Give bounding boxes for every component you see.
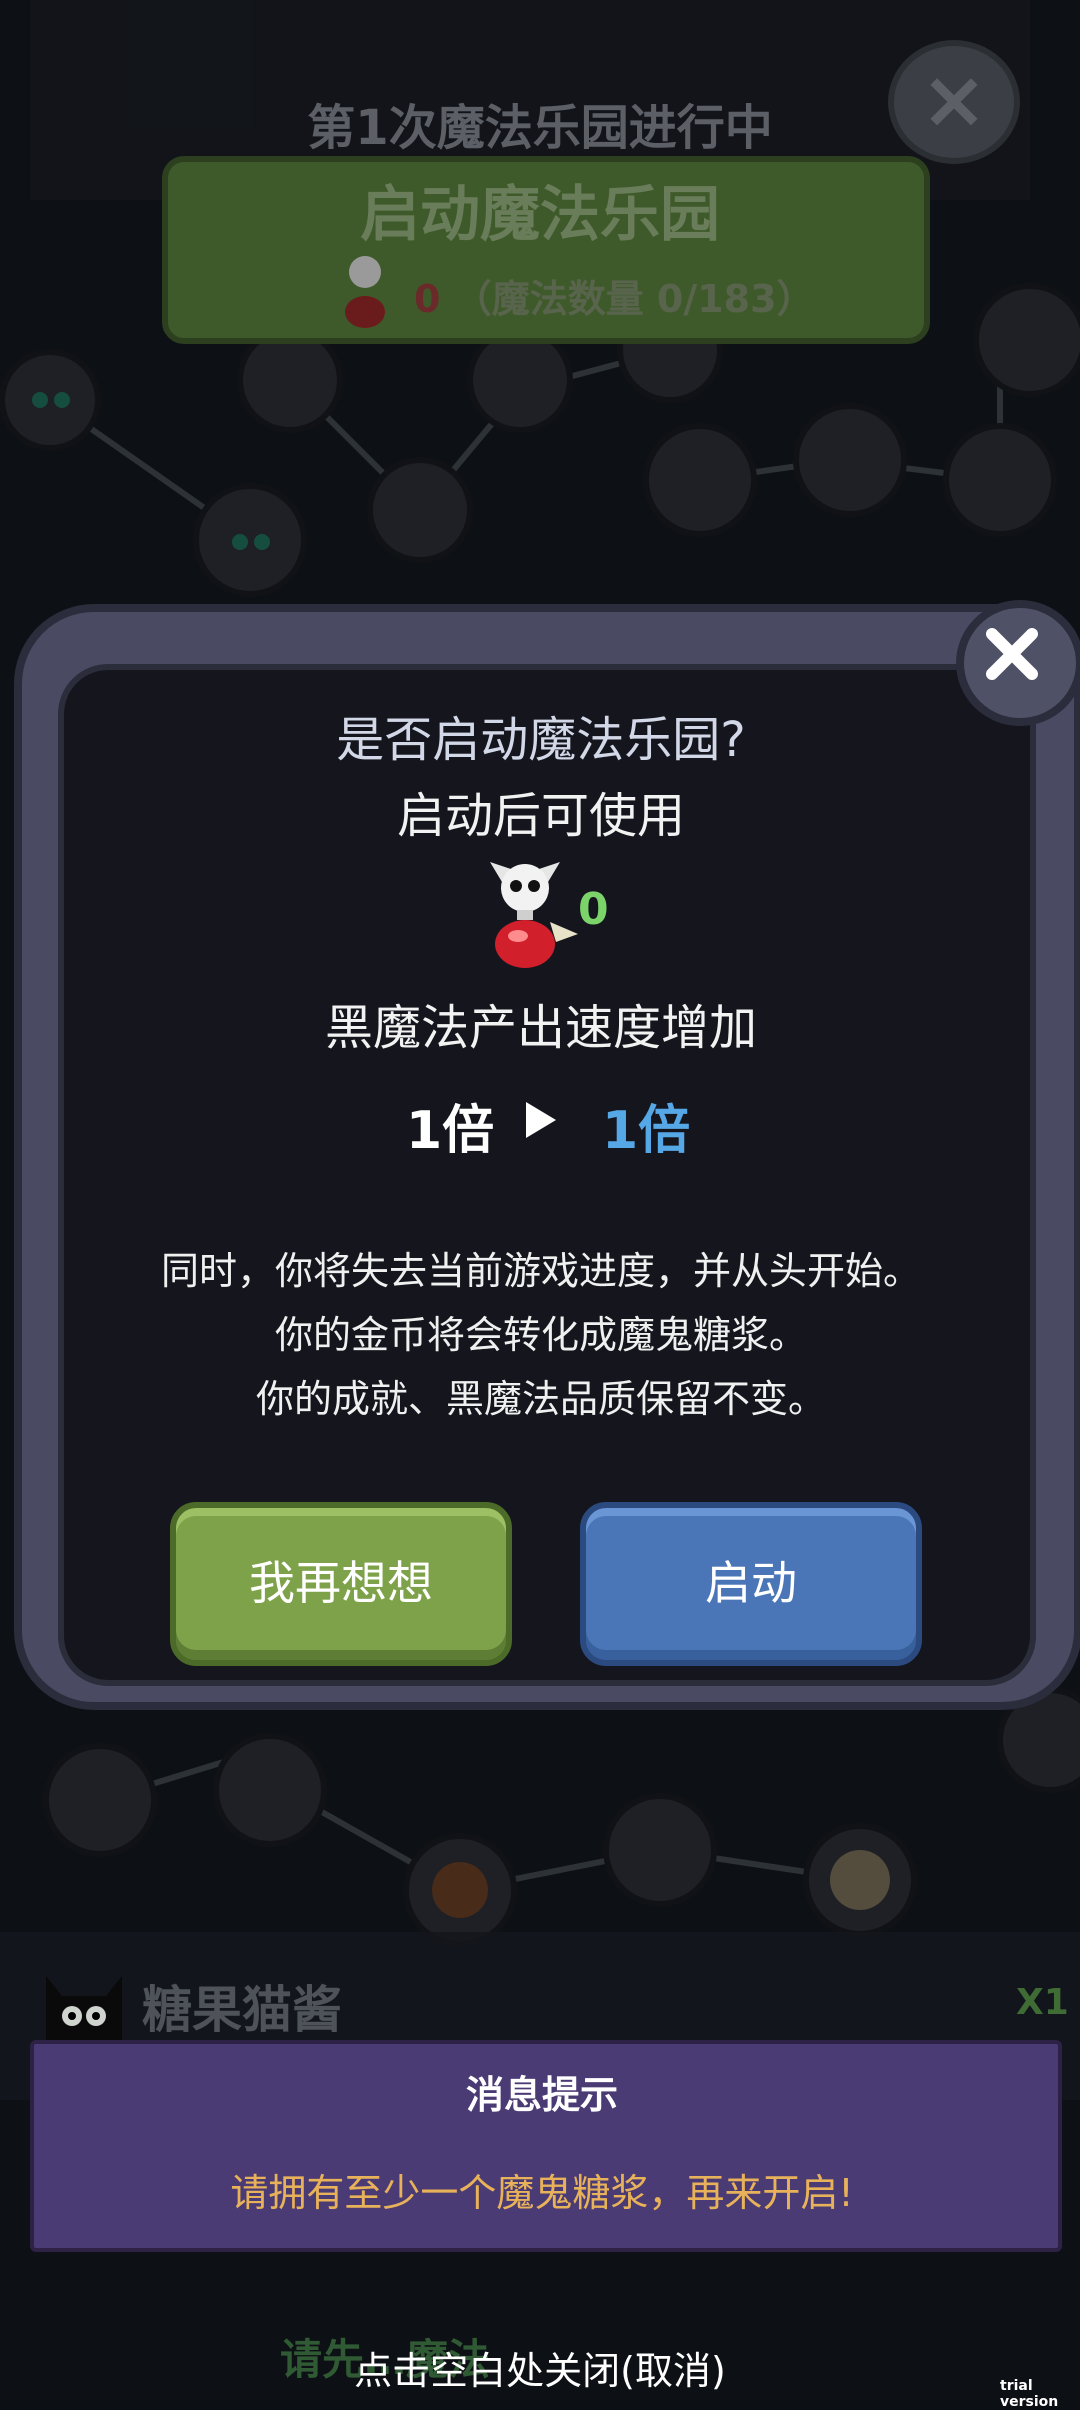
cat-name: 糖果猫酱 [142, 1981, 342, 2039]
dialog-subtitle: 启动后可使用 [396, 788, 685, 844]
warning-line-3: 你的成就、黑魔法品质保留不变。 [255, 1377, 826, 1421]
speed-text: 黑魔法产出速度增加 [324, 1000, 757, 1056]
close-icon [986, 628, 1038, 680]
message-body: 请拥有至少一个魔鬼糖浆，再来开启! [230, 2171, 854, 2215]
message-title: 消息提示 [465, 2073, 618, 2117]
cat-icon [46, 1976, 122, 2042]
potion-value: 0 [578, 884, 609, 935]
magic-count-text: （魔法数量 0/183） [453, 277, 815, 321]
play-arrow-icon [526, 1102, 556, 1138]
warning-line-2: 你的金币将会转化成魔鬼糖浆。 [274, 1313, 807, 1357]
magic-count: 0 （魔法数量 0/183） [414, 268, 815, 323]
close-hint[interactable]: 点击空白处关闭(取消) [0, 2340, 1080, 2395]
multiplier-from: 1倍 [406, 1101, 495, 1161]
watermark: trial version [1000, 2378, 1059, 2410]
cat-multiplier: X1 [1016, 1982, 1069, 2023]
cancel-button[interactable]: 我再想想 [170, 1502, 512, 1666]
dialog-question: 是否启动魔法乐园? [336, 712, 746, 768]
skull-potion-icon [345, 256, 385, 328]
magic-zero: 0 [414, 277, 441, 321]
multiplier-to: 1倍 [602, 1101, 691, 1161]
skull-potion-icon [490, 862, 578, 968]
start-button[interactable]: 启动 [580, 1502, 922, 1666]
warning-line-1: 同时，你将失去当前游戏进度，并从头开始。 [160, 1249, 921, 1293]
top-close-icon: × [888, 40, 1020, 164]
start-park-banner-title: 启动魔法乐园 [360, 180, 720, 250]
